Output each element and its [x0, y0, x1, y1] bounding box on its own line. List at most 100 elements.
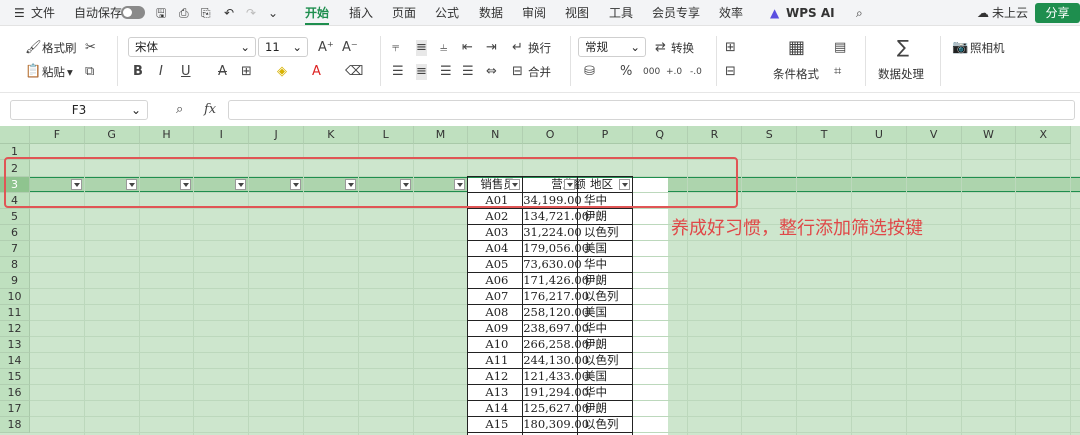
bold-button[interactable]: B [133, 64, 143, 80]
row-header-9[interactable]: 9 [0, 273, 30, 289]
wps-ai-button[interactable]: WPS AI [786, 5, 835, 21]
row-header-18[interactable]: 18 [0, 417, 30, 433]
clear-format-icon[interactable]: ⌫ [345, 64, 363, 80]
indent-decrease-icon[interactable]: ⇤ [462, 40, 473, 56]
percent-button[interactable]: % [620, 64, 632, 80]
tab-member[interactable]: 会员专享 [652, 5, 700, 21]
convert-button[interactable]: 转换 [671, 40, 694, 56]
wrap-button[interactable]: 换行 [528, 40, 551, 56]
fill-color-icon[interactable]: ◈ [277, 64, 287, 80]
column-header-x[interactable]: X [1016, 126, 1072, 144]
format-painter-button[interactable]: 格式刷 [42, 40, 77, 56]
search-icon[interactable]: ⌕ [856, 5, 863, 21]
align-center-icon[interactable]: ≡ [416, 64, 427, 80]
cut-icon[interactable]: ✂ [85, 40, 96, 56]
camera-button[interactable]: 照相机 [970, 40, 1005, 56]
row-col-icon[interactable]: ⊞ [725, 40, 736, 56]
sheet-icon[interactable]: ⊟ [725, 64, 736, 80]
column-header-l[interactable]: L [358, 126, 414, 144]
align-bottom-icon[interactable]: ⫨ [440, 40, 447, 56]
tab-data[interactable]: 数据 [479, 5, 503, 21]
copy-icon[interactable]: ⧉ [85, 64, 94, 80]
thousands-button[interactable]: 000 [643, 64, 660, 80]
strikethrough-button[interactable]: A [218, 64, 227, 80]
paste-dropdown-icon[interactable]: ▾ [67, 64, 73, 80]
cell-style-icon[interactable]: ▤ [834, 40, 846, 56]
menu-icon[interactable]: ☰ [14, 5, 25, 21]
column-header-f[interactable]: F [30, 126, 85, 144]
column-header-i[interactable]: I [194, 126, 250, 144]
paste-button[interactable]: 粘贴 [42, 64, 65, 80]
justify-icon[interactable]: ☰ [462, 64, 474, 80]
tab-formula[interactable]: 公式 [435, 5, 459, 21]
column-header-s[interactable]: S [742, 126, 798, 144]
font-color-icon[interactable]: A [312, 64, 321, 80]
align-top-icon[interactable]: ⫧ [392, 40, 399, 56]
column-header-h[interactable]: H [139, 126, 195, 144]
tab-home[interactable]: 开始 [305, 5, 329, 21]
file-menu[interactable]: 文件 [31, 5, 55, 21]
name-box[interactable]: F3 ⌄ [10, 100, 148, 120]
print-icon[interactable]: ⎘ [201, 5, 211, 21]
row-header-6[interactable]: 6 [0, 225, 30, 241]
column-header-k[interactable]: K [304, 126, 359, 144]
data-processing-button[interactable]: 数据处理 [878, 66, 924, 82]
font-size-select[interactable]: 11 ⌄ [258, 37, 308, 57]
row-header-13[interactable]: 13 [0, 337, 30, 353]
row-header-17[interactable]: 17 [0, 401, 30, 417]
share-button[interactable]: 分享 [1035, 3, 1080, 23]
border-icon[interactable]: ⊞ [241, 64, 252, 80]
fx-icon[interactable]: fx [204, 102, 216, 118]
row-header-8[interactable]: 8 [0, 257, 30, 273]
row-header-7[interactable]: 7 [0, 241, 30, 257]
conditional-format-button[interactable]: 条件格式 [773, 66, 819, 82]
tab-page[interactable]: 页面 [392, 5, 416, 21]
more-dropdown-icon[interactable]: ⌄ [268, 5, 278, 21]
font-name-select[interactable]: 宋体 ⌄ [128, 37, 256, 57]
column-header-v[interactable]: V [906, 126, 962, 144]
column-header-u[interactable]: U [852, 126, 907, 144]
zoom-icon[interactable]: ⌕ [176, 102, 183, 118]
align-right-icon[interactable]: ☰ [440, 64, 452, 80]
number-format-select[interactable]: 常规 ⌄ [578, 37, 646, 57]
increase-decimal-button[interactable]: +.0 [666, 64, 682, 80]
decrease-font-icon[interactable]: A⁻ [342, 40, 358, 56]
cloud-status[interactable]: 未上云 [992, 5, 1028, 21]
tab-efficiency[interactable]: 效率 [719, 5, 743, 21]
row-header-14[interactable]: 14 [0, 353, 30, 369]
column-header-q[interactable]: Q [632, 126, 688, 144]
column-header-o[interactable]: O [523, 126, 578, 144]
column-header-m[interactable]: M [413, 126, 469, 144]
align-left-icon[interactable]: ☰ [392, 64, 404, 80]
tab-insert[interactable]: 插入 [349, 5, 373, 21]
formula-input[interactable] [228, 100, 1075, 120]
align-middle-icon[interactable]: ≡ [416, 40, 427, 56]
column-header-g[interactable]: G [84, 126, 140, 144]
row-header-16[interactable]: 16 [0, 385, 30, 401]
autosave-toggle[interactable] [121, 6, 145, 19]
column-header-t[interactable]: T [797, 126, 852, 144]
row-header-10[interactable]: 10 [0, 289, 30, 305]
row-header-15[interactable]: 15 [0, 369, 30, 385]
row-header-5[interactable]: 5 [0, 209, 30, 225]
underline-button[interactable]: U [181, 64, 191, 80]
column-header-r[interactable]: R [687, 126, 743, 144]
select-all-corner[interactable] [0, 126, 30, 144]
indent-increase-icon[interactable]: ⇥ [486, 40, 497, 56]
undo-icon[interactable]: ↶ [224, 5, 234, 21]
column-header-j[interactable]: J [249, 126, 304, 144]
export-icon[interactable]: ⎙ [179, 5, 189, 21]
merge-button[interactable]: 合并 [528, 64, 551, 80]
currency-icon[interactable]: ⛁ [584, 64, 595, 80]
italic-button[interactable]: I [159, 64, 163, 80]
table-style-icon[interactable]: ⌗ [834, 64, 841, 80]
column-header-n[interactable]: N [468, 126, 524, 144]
tab-tools[interactable]: 工具 [609, 5, 633, 21]
tab-review[interactable]: 审阅 [522, 5, 546, 21]
increase-font-icon[interactable]: A⁺ [318, 40, 334, 56]
tab-view[interactable]: 视图 [565, 5, 589, 21]
redo-icon[interactable]: ↷ [246, 5, 256, 21]
column-header-w[interactable]: W [961, 126, 1017, 144]
row-header-11[interactable]: 11 [0, 305, 30, 321]
row-header-12[interactable]: 12 [0, 321, 30, 337]
